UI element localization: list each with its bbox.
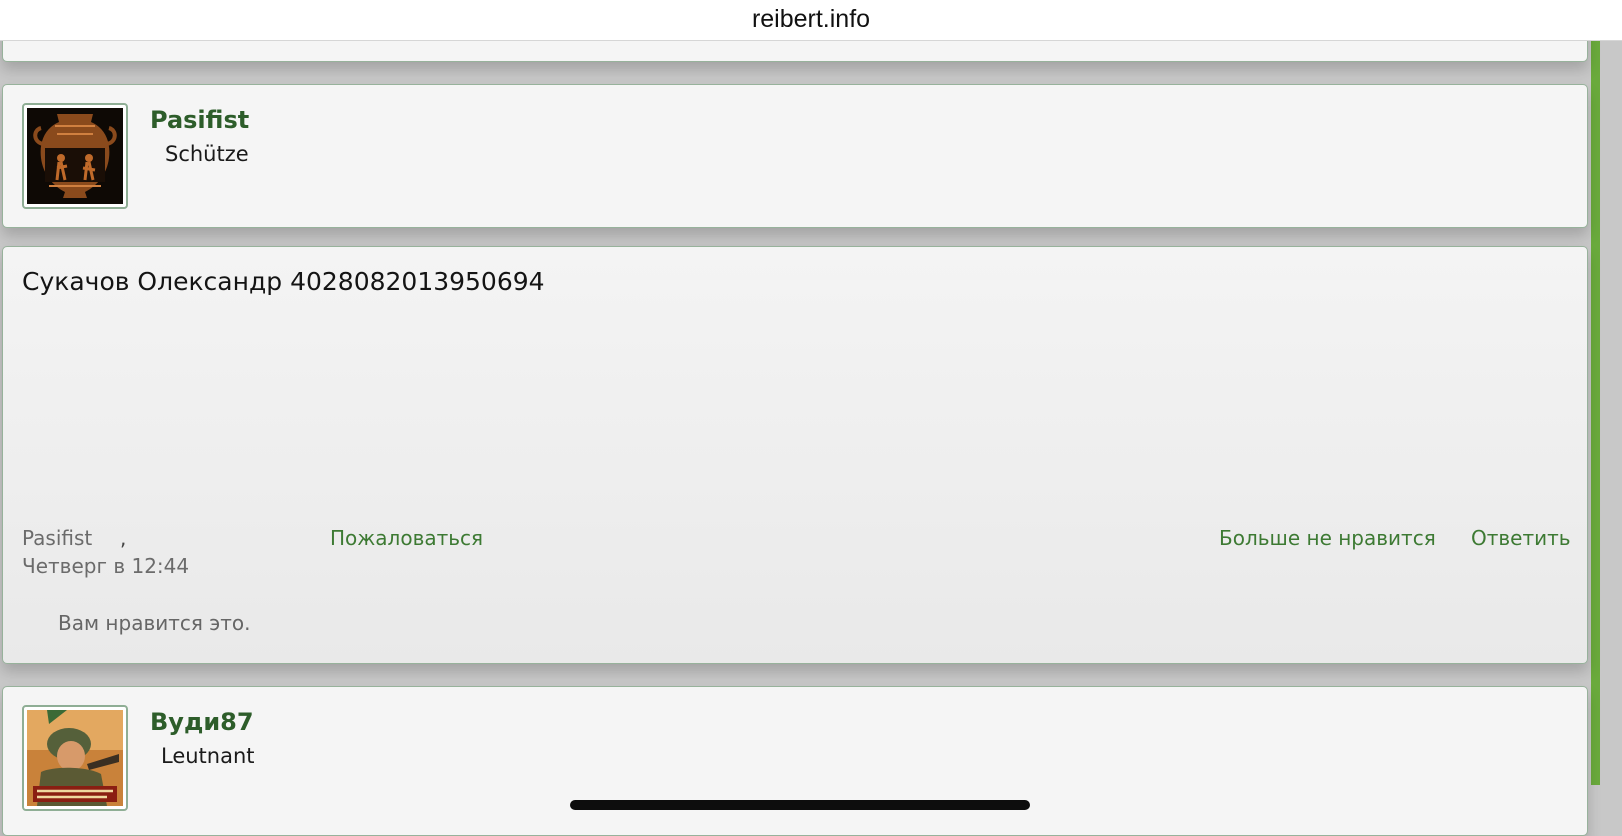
browser-address-bar[interactable]: reibert.info	[0, 0, 1622, 41]
unlike-link[interactable]: Больше не нравится	[1219, 526, 1436, 550]
username-link[interactable]: Вуди87	[150, 708, 254, 736]
greek-vase-avatar-icon	[27, 108, 123, 204]
reply-link[interactable]: Ответить	[1471, 526, 1571, 550]
scroll-position-indicator	[1591, 40, 1600, 785]
username-link[interactable]: Pasifist	[150, 106, 249, 134]
post-message-card: Сукачов Олександр 4028082013950694 Pasif…	[2, 246, 1588, 664]
post-text: Сукачов Олександр 4028082013950694	[22, 267, 545, 296]
meta-separator: ,	[120, 526, 127, 550]
report-link[interactable]: Пожаловаться	[330, 526, 483, 550]
likes-summary: Вам нравится это.	[58, 611, 251, 635]
next-post-author-card: Вуди87 Leutnant	[2, 686, 1588, 836]
user-rank: Leutnant	[161, 744, 255, 768]
user-rank: Schütze	[165, 142, 249, 166]
post-date[interactable]: Четверг в 12:44	[22, 554, 189, 578]
user-avatar[interactable]	[22, 103, 128, 209]
page-url: reibert.info	[751, 4, 871, 33]
home-indicator-bar[interactable]	[570, 800, 1030, 810]
user-avatar[interactable]	[22, 705, 128, 811]
soldier-poster-avatar-icon	[27, 710, 123, 806]
post-author-card: Pasifist Schütze	[2, 84, 1588, 228]
post-author-name[interactable]: Pasifist	[22, 526, 92, 550]
